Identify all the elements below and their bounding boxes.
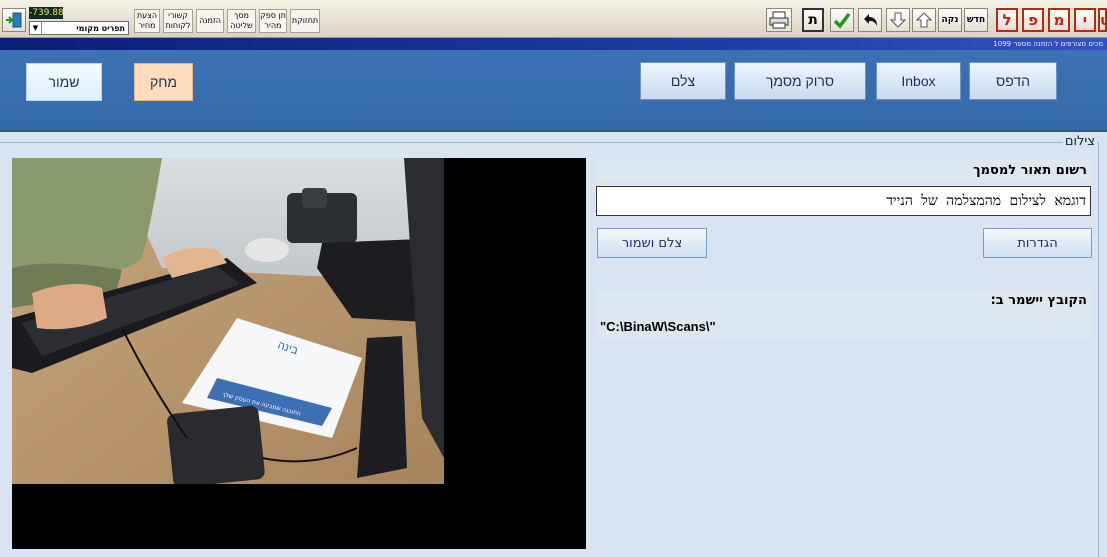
panel-border <box>1098 142 1099 557</box>
strip-text: מכים מצורפים ל הזמנה מספר 1099 <box>993 40 1103 48</box>
section-divider <box>0 142 1098 143</box>
printer-button[interactable] <box>766 8 792 32</box>
save-location-path: "C:\BinaW\Scans\" <box>600 319 716 334</box>
title-strip: מכים מצורפים ל הזמנה מספר 1099 <box>0 38 1107 50</box>
save-button[interactable]: שמור <box>26 63 102 101</box>
order-button[interactable]: הזמנה <box>196 9 224 33</box>
exit-door-icon <box>6 12 22 28</box>
control-screen-button[interactable]: מסך שליטה <box>227 9 256 33</box>
letter-mem-button[interactable]: מ <box>1048 8 1070 32</box>
checkmark-icon <box>833 12 851 29</box>
local-detail-label: תפריט מקומי <box>76 23 125 33</box>
letter-tet-label: ט <box>1100 11 1105 29</box>
undo-arrow-icon <box>864 14 877 26</box>
quick-supplier-label: תן ספק מהיר <box>260 11 286 30</box>
local-detail-select[interactable]: ▼ תפריט מקומי <box>29 21 129 35</box>
top-toolbar: -739.88 ▼ תפריט מקומי הצעת מחיר קשורי לק… <box>0 0 1107 38</box>
action-header: שמור מחק צלם סרוק מסמך Inbox הדפס <box>0 50 1107 132</box>
delete-button[interactable]: מחק <box>134 63 193 101</box>
move-up-button[interactable] <box>912 8 936 32</box>
letter-pe-button[interactable]: פ <box>1022 8 1044 32</box>
maintenance-button[interactable]: תחזוקת <box>290 9 320 33</box>
new-label: חדש <box>966 15 986 25</box>
letter-yod-label: י <box>1082 11 1088 29</box>
capture-button[interactable]: צלם <box>640 62 726 100</box>
tav-label: ת <box>808 12 818 28</box>
control-screen-label: מסך שליטה <box>230 11 253 30</box>
quick-supplier-button[interactable]: תן ספק מהיר <box>259 9 287 33</box>
save-location-box: הקובץ יישמר ב: "C:\BinaW\Scans\" <box>596 290 1091 340</box>
exit-button[interactable] <box>2 8 26 32</box>
clean-label: נקה <box>941 15 959 25</box>
letter-tet-button[interactable]: ט <box>1098 8 1107 32</box>
price-quote-label: הצעת מחיר <box>136 11 158 30</box>
customer-links-button[interactable]: קשורי לקוחות <box>163 9 193 33</box>
print-button[interactable]: הדפס <box>969 62 1057 100</box>
tav-button[interactable]: ת <box>802 8 824 32</box>
move-down-button[interactable] <box>886 8 910 32</box>
letter-mem-label: מ <box>1053 11 1065 29</box>
undo-button[interactable] <box>858 8 882 32</box>
balance-display: -739.88 <box>29 7 64 19</box>
settings-button[interactable]: הגדרות <box>983 228 1092 258</box>
maintenance-label: תחזוקת <box>291 16 319 25</box>
arrow-up-icon <box>915 12 933 28</box>
description-label: רשום תאור למסמך <box>596 160 1091 182</box>
camera-frame-image: בינה התוכנה שמבינה את העסק שלך <box>12 158 586 549</box>
inbox-button[interactable]: Inbox <box>876 62 961 100</box>
customer-links-label: קשורי לקוחות <box>165 11 191 30</box>
letter-lamed-button[interactable]: ל <box>996 8 1018 32</box>
confirm-button[interactable] <box>830 8 854 32</box>
order-label: הזמנה <box>199 16 221 25</box>
save-location-label: הקובץ יישמר ב: <box>990 293 1087 308</box>
description-input[interactable] <box>596 186 1091 216</box>
chevron-down-icon: ▼ <box>30 22 42 34</box>
clean-button[interactable]: נקה <box>938 8 962 32</box>
arrow-down-icon <box>889 12 907 28</box>
letter-lamed-label: ל <box>1002 11 1012 29</box>
printer-icon <box>769 11 789 29</box>
section-title: צילום <box>1062 134 1097 149</box>
letter-pe-label: פ <box>1028 11 1038 29</box>
letter-yod-button[interactable]: י <box>1074 8 1096 32</box>
scan-document-button[interactable]: סרוק מסמך <box>734 62 866 100</box>
new-button[interactable]: חדש <box>964 8 988 32</box>
capture-and-save-button[interactable]: צלם ושמור <box>597 228 707 258</box>
price-quote-button[interactable]: הצעת מחיר <box>134 9 160 33</box>
camera-preview: בינה התוכנה שמבינה את העסק שלך <box>12 158 586 549</box>
